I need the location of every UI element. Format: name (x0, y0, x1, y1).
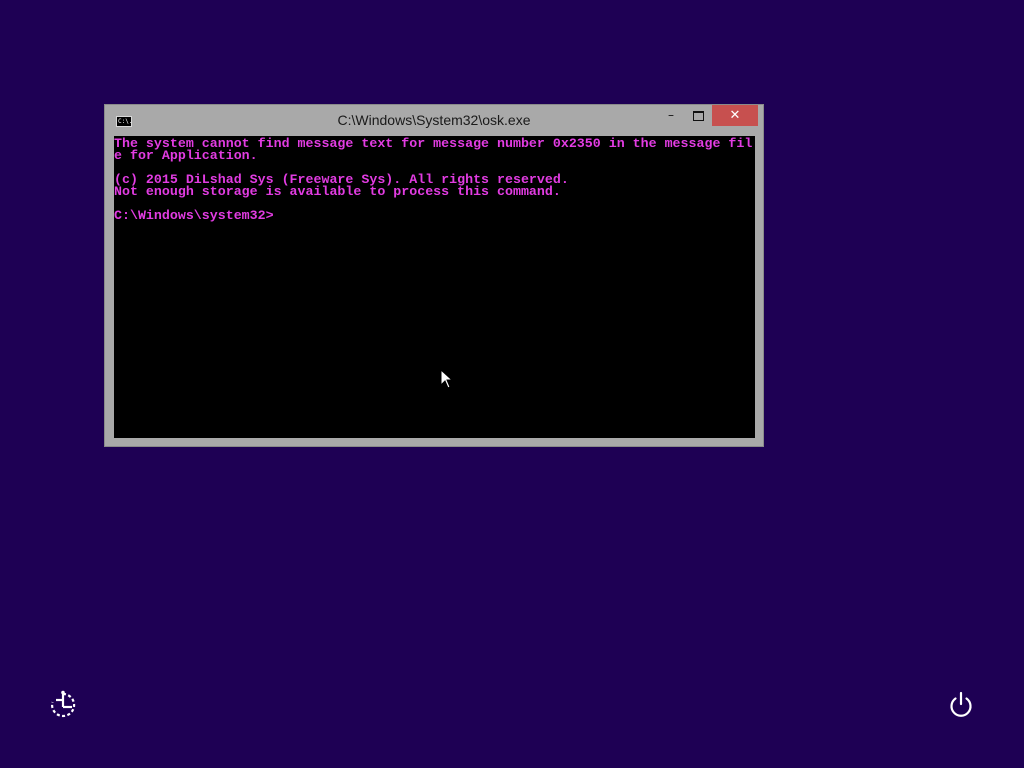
console-line: Not enough storage is available to proce… (114, 184, 561, 199)
ease-of-access-icon[interactable] (48, 690, 78, 720)
mouse-cursor-icon (440, 369, 454, 389)
close-button[interactable]: ✕ (712, 105, 758, 126)
title-bar[interactable]: C:\. C:\Windows\System32\osk.exe – ✕ (105, 105, 763, 135)
console-text: The system cannot find message text for … (114, 136, 755, 222)
maximize-icon (693, 111, 704, 121)
desktop: C:\. C:\Windows\System32\osk.exe – ✕ The… (0, 0, 1024, 768)
power-icon[interactable] (946, 690, 976, 720)
console-output-area[interactable]: The system cannot find message text for … (114, 136, 755, 438)
console-prompt: C:\Windows\system32> (114, 208, 274, 223)
maximize-button[interactable] (685, 105, 711, 126)
console-line: e for Application. (114, 148, 258, 163)
console-window[interactable]: C:\. C:\Windows\System32\osk.exe – ✕ The… (104, 104, 764, 447)
minimize-button[interactable]: – (658, 105, 684, 126)
